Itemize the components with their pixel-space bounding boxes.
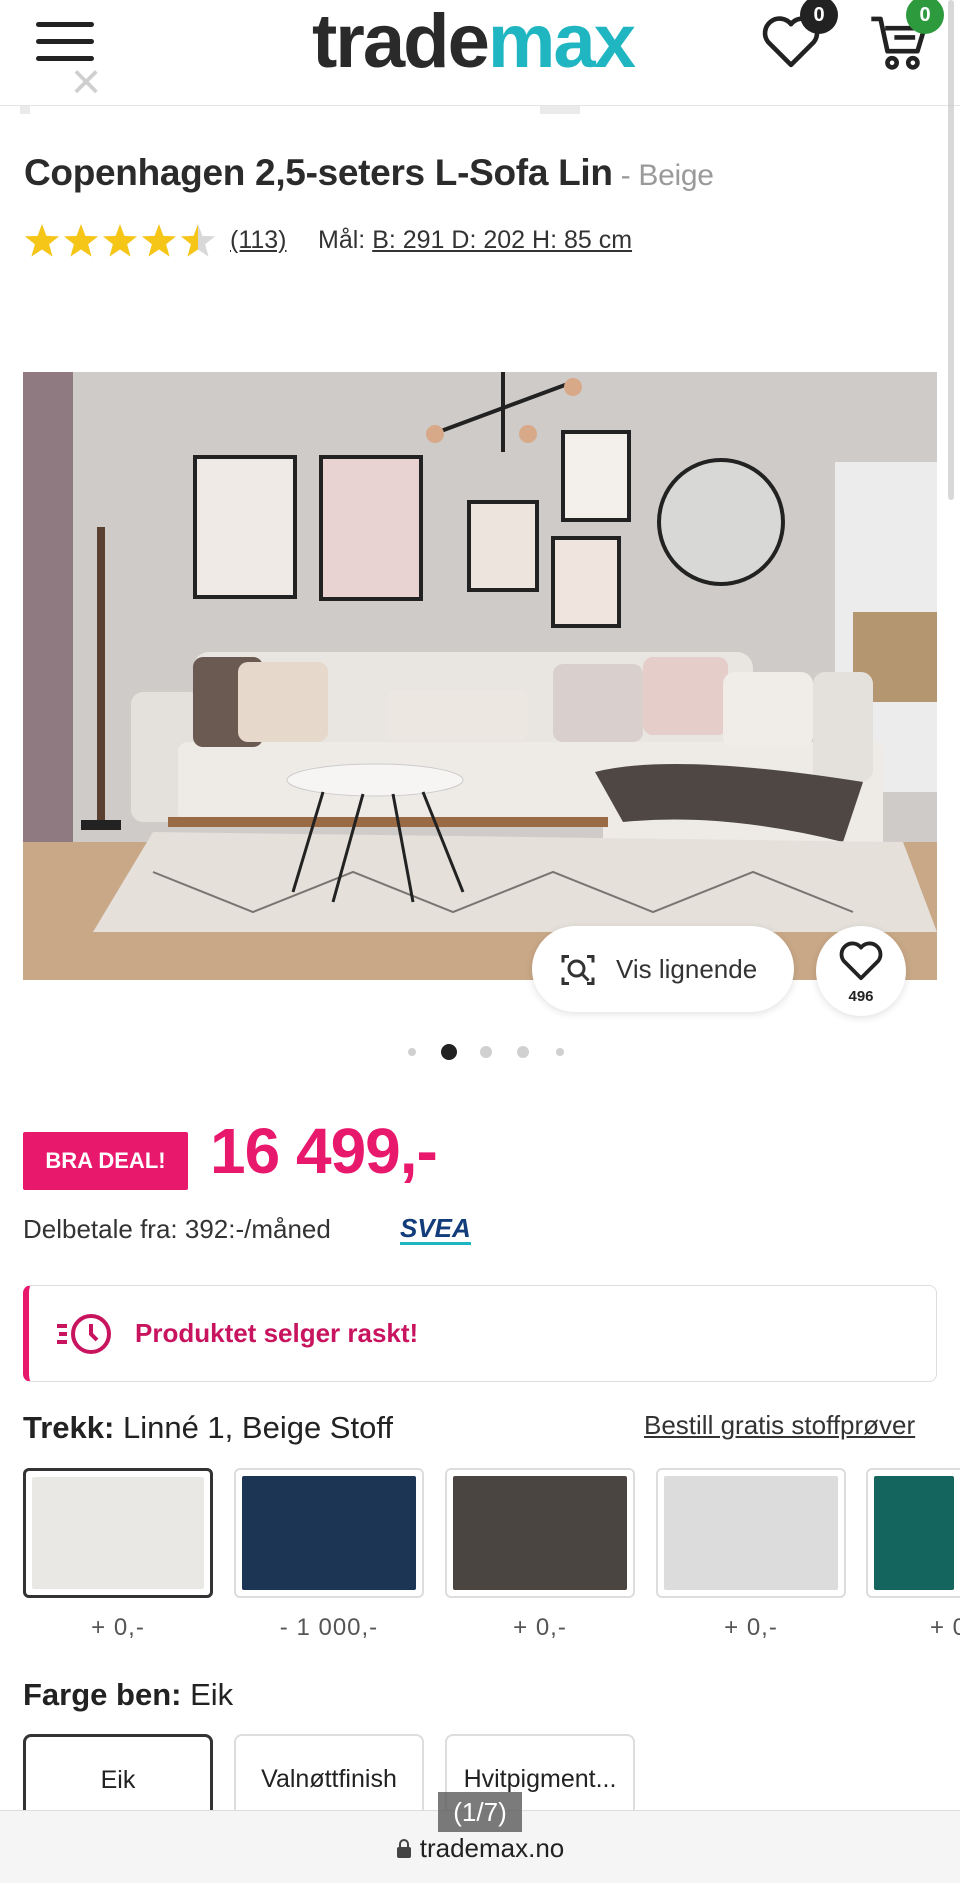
fabric-swatch[interactable] [234,1468,424,1598]
carousel-dots[interactable] [404,1042,564,1062]
carousel-dot[interactable] [517,1046,529,1058]
swatch-price: + 0,- [513,1614,567,1641]
carousel-dot[interactable] [480,1046,492,1058]
favorite-button[interactable]: 496 [816,926,906,1016]
scrollbar[interactable] [948,0,954,500]
product-title: Copenhagen 2,5-seters L-Sofa Lin - Beige [24,152,714,194]
leg-color-value: Eik [190,1677,234,1712]
swatch-price: + 0,- [91,1614,145,1641]
heart-icon [839,941,883,981]
fabric-swatch[interactable] [445,1468,635,1598]
swatch-fill [874,1476,954,1590]
swatch-price: + 0,- [724,1614,778,1641]
star-icon [141,224,177,257]
swatch-fill [453,1476,627,1590]
fabric-value: Linné 1, Beige Stoff [122,1410,393,1445]
fabric-label-key: Trekk: [23,1410,115,1445]
price: 16 499,- [210,1115,438,1187]
swatch-fill [242,1476,416,1590]
swatch-price: - 1 000,- [279,1614,379,1641]
sofa-room-illustration [23,372,937,980]
trademax-logo[interactable]: trademax [312,0,636,85]
clock-icon [57,1314,111,1354]
product-name: Copenhagen 2,5-seters L-Sofa Lin [24,152,613,193]
lock-icon [396,1839,411,1858]
dimensions-label: Mål: [318,226,366,254]
fabric-swatch[interactable] [23,1468,213,1598]
image-pager-indicator: (1/7) [438,1792,522,1832]
star-icon [102,224,138,257]
url-text: trademax.no [419,1833,565,1863]
carousel-dot[interactable] [408,1048,416,1056]
alert-text: Produktet selger raskt! [135,1318,419,1348]
rating-stars [24,224,216,257]
product-variant: - Beige [620,159,714,192]
dimensions[interactable]: Mål: B: 291 D: 202 H: 85 cm [318,226,632,255]
fabric-label: Trekk: Linné 1, Beige Stoff [23,1410,393,1446]
swatch-fill [32,1477,204,1589]
reviews-link[interactable]: (113) [230,226,287,255]
breadcrumb-fragment [20,106,780,114]
leg-color-key: Farge ben: [23,1677,182,1712]
similar-items-label: Vis lignende [616,954,758,984]
deal-badge: BRA DEAL! [23,1132,188,1190]
product-image[interactable] [23,372,937,980]
url-display: trademax.no [0,1833,960,1864]
order-samples-link[interactable]: Bestill gratis stoffprøver [644,1410,915,1441]
dimensions-value: B: 291 D: 202 H: 85 cm [372,226,633,254]
leg-color-label: Farge ben: Eik [23,1677,233,1713]
star-icon [63,224,99,257]
visual-search-icon [561,955,595,985]
logo-text-max: max [487,0,636,84]
star-icon [24,224,60,257]
logo-text-trade: trade [312,0,490,84]
star-icon [180,224,216,257]
favorite-count: 496 [848,988,874,1005]
installment-text: Delbetale fra: 392:-/måned [23,1214,331,1244]
fabric-swatch[interactable] [866,1468,960,1598]
carousel-dot[interactable] [556,1048,564,1056]
close-icon[interactable]: × [62,56,110,108]
swatch-price: + 0 [930,1614,960,1641]
similar-items-button[interactable]: Vis lignende [532,926,794,1012]
carousel-dot[interactable] [441,1044,457,1060]
fabric-swatch[interactable] [656,1468,846,1598]
svea-logo[interactable]: SVEA [400,1214,471,1245]
selling-fast-alert: Produktet selger raskt! [23,1285,937,1382]
swatch-fill [664,1476,838,1590]
